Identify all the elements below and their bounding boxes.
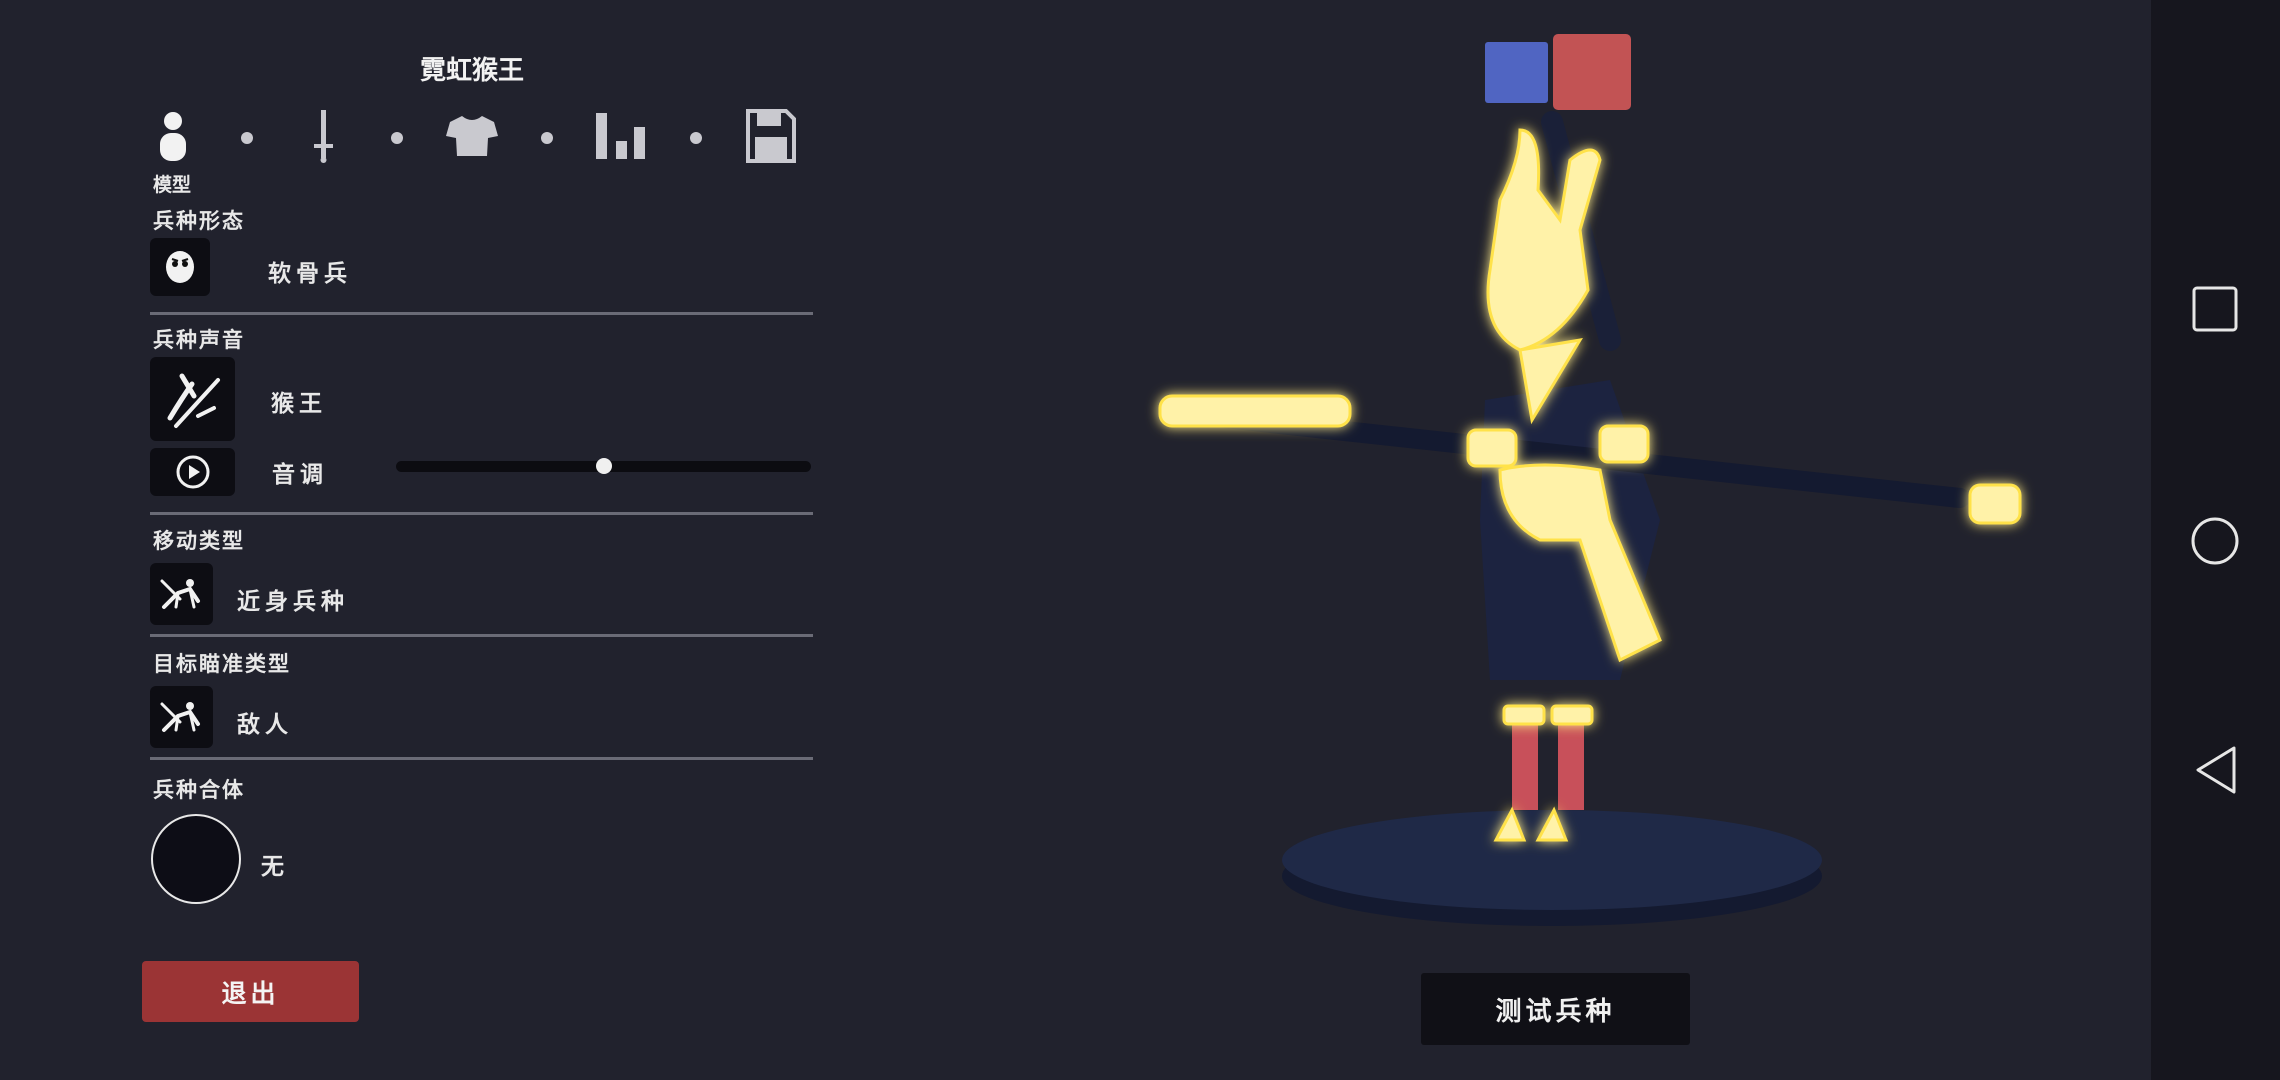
- tab-save[interactable]: [746, 109, 796, 163]
- back-triangle-icon[interactable]: [2194, 745, 2238, 795]
- section-label-form: 兵种形态: [153, 209, 245, 233]
- movement-value: 近身兵种: [237, 589, 349, 615]
- tab-stats[interactable]: [596, 113, 648, 159]
- movement-selector[interactable]: [150, 563, 213, 625]
- sound-selector[interactable]: [150, 357, 235, 441]
- recents-square-icon[interactable]: [2192, 286, 2238, 332]
- team-color-red[interactable]: [1553, 34, 1631, 110]
- combine-selector[interactable]: [151, 814, 241, 904]
- save-icon: [746, 109, 796, 163]
- form-selector[interactable]: [150, 238, 210, 296]
- sound-value: 猴王: [271, 391, 327, 417]
- team-color-blue[interactable]: [1485, 42, 1548, 103]
- exit-button[interactable]: 退出: [142, 961, 359, 1022]
- melee-unit-icon: [160, 579, 200, 609]
- voice-slash-icon: [167, 373, 220, 428]
- divider: [150, 312, 813, 315]
- monkey-king-model: [1158, 111, 2022, 842]
- shirt-icon: [446, 116, 498, 156]
- test-unit-button[interactable]: 测试兵种: [1421, 973, 1690, 1045]
- ragdoll-face-icon: [166, 251, 194, 283]
- play-sound-button[interactable]: [150, 448, 235, 496]
- tab-model[interactable]: [155, 110, 191, 164]
- target-selector[interactable]: [150, 686, 213, 748]
- system-navigation-bar: [2151, 0, 2280, 1080]
- section-label-combine: 兵种合体: [153, 778, 245, 802]
- tab-separator: [391, 132, 403, 144]
- section-label-movement: 移动类型: [153, 529, 245, 553]
- tab-clothing[interactable]: [446, 114, 498, 158]
- divider: [150, 757, 813, 760]
- tab-separator: [241, 132, 253, 144]
- target-unit-icon: [160, 702, 200, 732]
- person-icon: [160, 112, 186, 161]
- tab-weapon[interactable]: [310, 108, 336, 164]
- divider: [150, 634, 813, 637]
- section-label-target: 目标瞄准类型: [153, 652, 291, 676]
- play-icon: [176, 455, 209, 489]
- sword-icon: [314, 110, 333, 163]
- divider: [150, 512, 813, 515]
- tab-separator: [690, 132, 702, 144]
- section-label-sound: 兵种声音: [153, 328, 245, 352]
- form-value: 软骨兵: [268, 261, 352, 287]
- unit-preview[interactable]: [1140, 100, 2040, 940]
- pitch-label: 音调: [272, 462, 328, 488]
- page-title: 霓虹猴王: [419, 56, 524, 86]
- tab-label-model: 模型: [153, 174, 192, 196]
- pitch-slider-handle[interactable]: [595, 458, 612, 474]
- home-circle-icon[interactable]: [2190, 516, 2240, 566]
- stats-icon: [596, 113, 645, 159]
- target-value: 敌人: [237, 712, 293, 738]
- combine-value: 无: [261, 854, 289, 880]
- tab-separator: [541, 132, 553, 144]
